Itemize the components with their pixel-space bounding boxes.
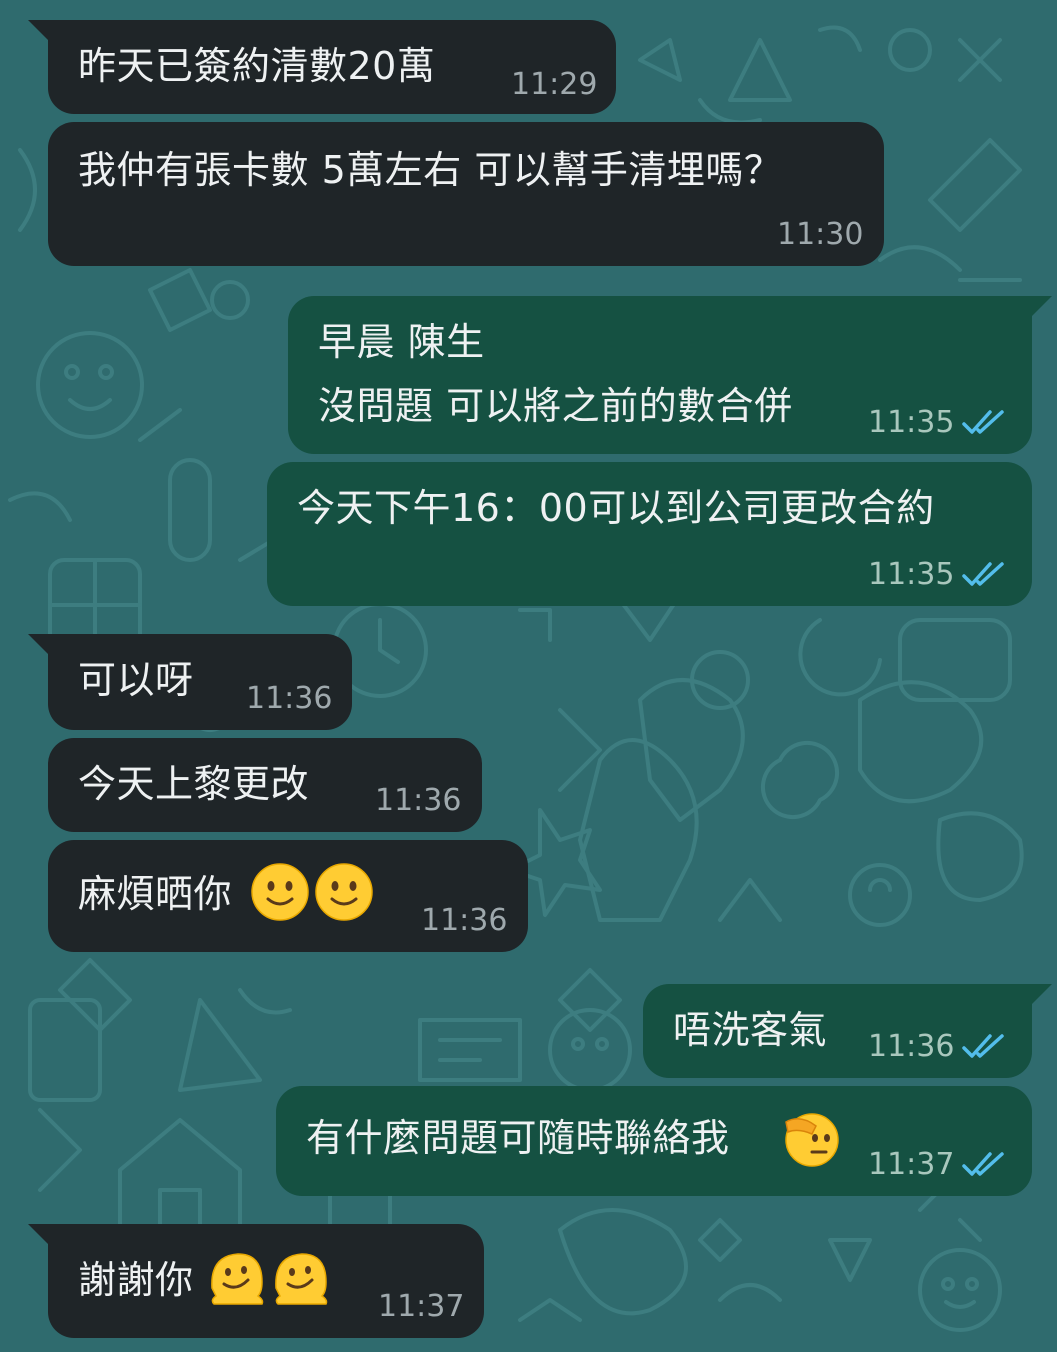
slightly-smiling-face-icon	[315, 863, 373, 921]
read-receipt-icon	[962, 410, 1004, 434]
message-bubble-outgoing[interactable]: 早晨 陳生 沒問題 可以將之前的數合併 11:35	[288, 296, 1052, 454]
message-text: 唔洗客氣	[673, 1008, 828, 1052]
read-receipt-icon	[962, 562, 1004, 586]
saluting-face-icon	[785, 1113, 839, 1167]
message-bubble-incoming[interactable]: 可以呀 11:36	[28, 634, 352, 730]
message-text: 早晨 陳生	[318, 320, 485, 364]
read-receipt-icon	[962, 1152, 1004, 1176]
message-time: 11:35	[868, 405, 955, 440]
message-bubble-incoming[interactable]: 昨天已簽約清數20萬 11:29	[28, 20, 616, 114]
message-text: 謝謝你	[78, 1258, 194, 1302]
slightly-smiling-face-icon	[251, 863, 309, 921]
message-time: 11:36	[868, 1029, 955, 1064]
message-time: 11:36	[421, 903, 508, 938]
message-text: 今天上黎更改	[78, 762, 310, 806]
read-receipt-icon	[962, 1034, 1004, 1058]
melting-face-icon	[275, 1253, 328, 1305]
message-time: 11:37	[868, 1147, 955, 1182]
message-time: 11:36	[246, 681, 333, 716]
message-bubble-outgoing[interactable]: 有什麼問題可隨時聯絡我 11:37	[276, 1086, 1032, 1196]
melting-face-icon	[211, 1253, 264, 1305]
message-text: 今天下午16：00可以到公司更改合約	[297, 486, 935, 530]
message-time: 11:29	[511, 67, 598, 102]
message-text: 麻煩晒你	[78, 872, 233, 916]
message-text: 昨天已簽約清數20萬	[78, 44, 436, 88]
message-bubble-incoming[interactable]: 麻煩晒你 11:36	[48, 840, 528, 952]
message-time: 11:37	[378, 1289, 465, 1324]
message-time: 11:35	[868, 557, 955, 592]
message-bubble-outgoing[interactable]: 今天下午16：00可以到公司更改合約 11:35	[267, 462, 1032, 606]
message-text: 我仲有張卡數 5萬左右 可以幫手清埋嗎？	[78, 148, 783, 192]
message-time: 11:36	[375, 783, 462, 818]
message-text: 有什麼問題可隨時聯絡我	[306, 1116, 730, 1160]
message-text: 可以呀	[78, 658, 194, 702]
message-bubble-outgoing[interactable]: 唔洗客氣 11:36	[643, 984, 1052, 1078]
message-text: 沒問題 可以將之前的數合併	[318, 384, 793, 428]
message-bubble-incoming[interactable]: 今天上黎更改 11:36	[48, 738, 482, 832]
message-time: 11:30	[777, 217, 864, 252]
message-bubble-incoming[interactable]: 我仲有張卡數 5萬左右 可以幫手清埋嗎？ 11:30	[48, 122, 884, 266]
message-bubble-incoming[interactable]: 謝謝你 11:37	[28, 1224, 484, 1338]
